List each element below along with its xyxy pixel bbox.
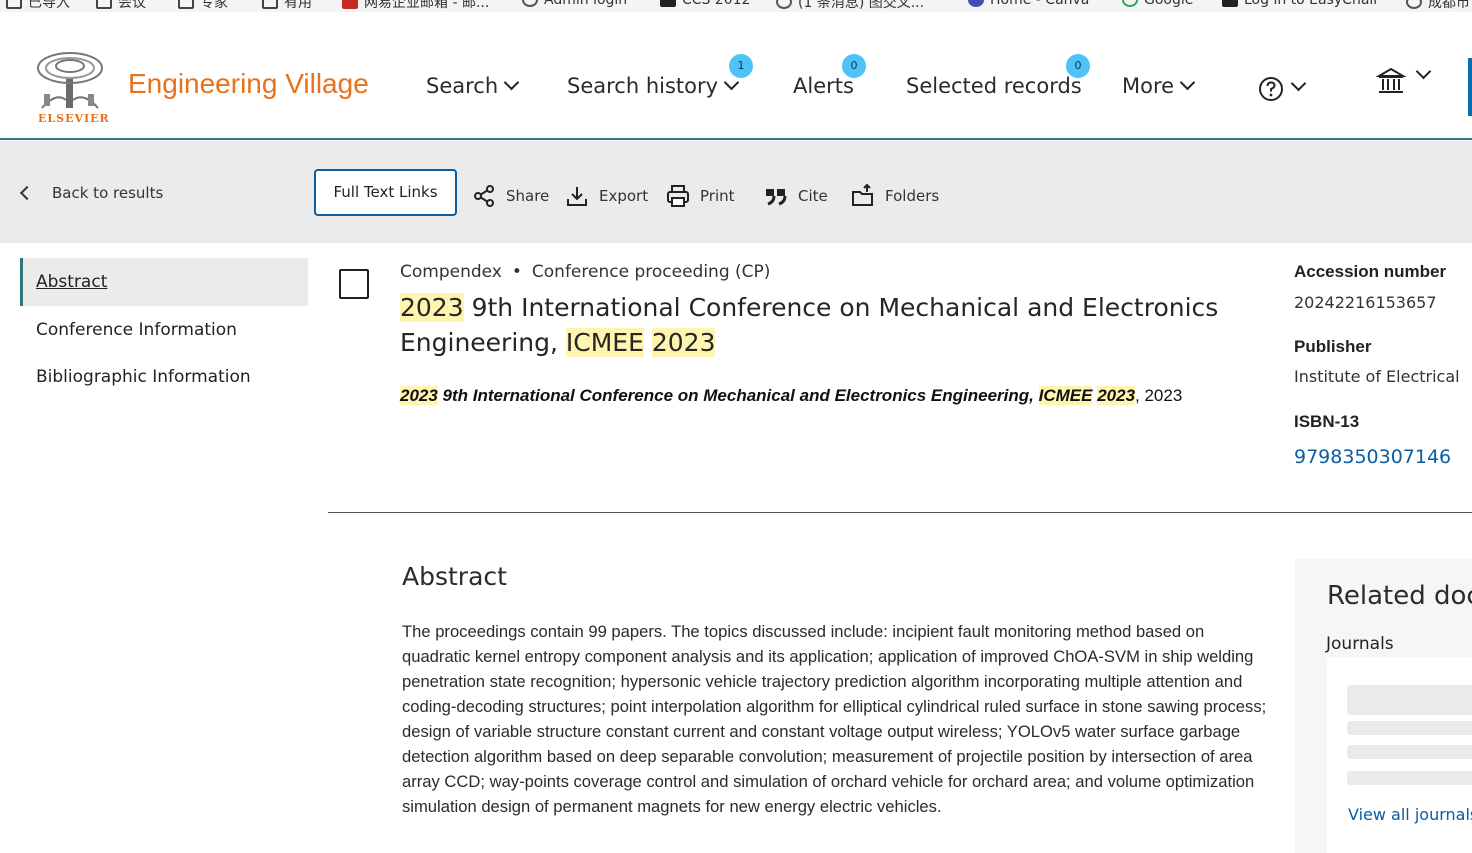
title-space — [644, 328, 652, 357]
search-history-badge: 1 — [729, 54, 753, 78]
publisher-label: Publisher — [1294, 337, 1372, 356]
bookmark-csdn[interactable]: (1 条消息) 图交叉... — [776, 0, 924, 12]
google-icon — [1122, 0, 1138, 7]
easychair-icon — [1222, 0, 1238, 7]
record-source: 2023 9th International Conference on Mec… — [400, 386, 1182, 406]
source-year-tail: , 2023 — [1135, 386, 1183, 405]
elsevier-wordmark: ELSEVIER — [38, 112, 110, 125]
bookmark-useful[interactable]: 有用 — [262, 0, 312, 12]
isbn-label: ISBN-13 — [1294, 412, 1360, 431]
source-text: 9th International Conference on Mechanic… — [437, 386, 1039, 405]
chevron-left-icon — [19, 185, 35, 201]
select-record-checkbox[interactable] — [339, 269, 369, 299]
cite-button[interactable]: Cite — [764, 184, 828, 208]
nav-selected-records[interactable]: Selected records — [906, 74, 1082, 98]
source-highlight-year2: 2023 — [1097, 386, 1136, 405]
folders-button[interactable]: Folders — [851, 184, 939, 208]
abstract-heading: Abstract — [402, 562, 507, 591]
folder-icon — [262, 0, 278, 9]
header-edge-button[interactable] — [1468, 58, 1472, 116]
selected-records-badge: 0 — [1066, 54, 1090, 78]
globe-icon — [1406, 0, 1422, 9]
quote-icon — [766, 189, 787, 206]
bookmark-google[interactable]: Google — [1122, 0, 1193, 8]
publisher-value: Institute of Electrical — [1294, 367, 1460, 386]
source-highlight-year: 2023 — [400, 386, 438, 405]
bookmark-easychair[interactable]: Log in to EasyChair — [1222, 0, 1379, 8]
loading-placeholder — [1347, 745, 1472, 759]
related-documents-title: Related docu — [1327, 581, 1472, 611]
title-highlight-acronym: ICMEE — [565, 328, 644, 357]
print-button[interactable]: Print — [666, 184, 735, 208]
record-title: 2023 9th International Conference on Mec… — [400, 290, 1260, 360]
database-label: Compendex — [400, 262, 502, 282]
document-type-label: Conference proceeding (CP) — [531, 262, 771, 282]
loading-placeholder — [1347, 721, 1472, 735]
abstract-text: The proceedings contain 99 papers. The t… — [402, 622, 1267, 816]
full-text-links-button[interactable]: Full Text Links — [314, 169, 457, 216]
alerts-badge: 0 — [842, 54, 866, 78]
help-menu[interactable] — [1256, 72, 1308, 106]
folder-icon — [96, 0, 112, 9]
print-icon — [667, 185, 689, 207]
sidebar-item-conference-information[interactable]: Conference Information — [20, 306, 308, 354]
download-icon — [567, 187, 587, 206]
source-highlight-acronym: ICMEE — [1038, 386, 1093, 405]
chevron-down-icon — [503, 74, 520, 90]
title-highlight-year: 2023 — [400, 293, 464, 322]
elsevier-tree-logo-icon[interactable] — [36, 52, 104, 110]
bookmark-canva[interactable]: Home - Canva — [968, 0, 1089, 8]
chevron-down-icon — [1415, 63, 1432, 80]
section-divider — [328, 512, 1472, 513]
nav-search-history[interactable]: Search history — [567, 74, 740, 98]
canva-icon — [968, 0, 984, 7]
sidebar-item-abstract[interactable]: Abstract — [20, 258, 308, 306]
institution-menu[interactable] — [1374, 63, 1434, 100]
title-highlight-year2: 2023 — [651, 328, 716, 357]
bookmark-meetings[interactable]: 会议 — [96, 0, 146, 12]
separator-dot: • — [511, 262, 522, 282]
record-toolbar: Back to results Full Text Links Share Ex… — [0, 141, 1472, 243]
accession-number-value: 20242216153657 — [1294, 293, 1437, 312]
folder-icon — [6, 0, 22, 9]
export-button[interactable]: Export — [565, 184, 648, 208]
share-button[interactable]: Share — [472, 184, 549, 208]
title-text: 9th International Conference on Mechanic… — [400, 293, 1219, 357]
chevron-down-icon — [1290, 75, 1307, 92]
site-header: ELSEVIER Engineering Village Search Sear… — [0, 12, 1472, 140]
accession-number-label: Accession number — [1294, 262, 1447, 281]
ic-icon — [522, 0, 538, 7]
back-to-results-link[interactable]: Back to results — [19, 184, 163, 202]
institution-icon — [1376, 67, 1406, 93]
bookmark-netease-mail[interactable]: 网易企业邮箱 - 邮... — [342, 0, 489, 12]
sidebar-item-bibliographic-information[interactable]: Bibliographic Information — [20, 353, 308, 401]
bookmark-experts[interactable]: 专家 — [178, 0, 228, 12]
bookmark-ccs-2012[interactable]: CCS 2012 — [660, 0, 751, 8]
help-icon — [1259, 77, 1283, 101]
nav-more[interactable]: More — [1122, 74, 1196, 98]
share-icon — [474, 185, 494, 207]
nav-search[interactable]: Search — [426, 74, 520, 98]
view-all-journals-link[interactable]: View all journals — [1348, 805, 1472, 824]
bookmark-admin-login[interactable]: Admin login — [522, 0, 627, 8]
pinwheel-icon — [776, 0, 792, 9]
brand-title[interactable]: Engineering Village — [128, 68, 369, 100]
chevron-down-icon — [1179, 74, 1196, 90]
acm-icon — [660, 0, 676, 7]
bookmarks-bar: 已导入 会议 专家 有用 网易企业邮箱 - 邮... Admin login C… — [0, 0, 1472, 12]
related-journals-label: Journals — [1326, 634, 1394, 654]
loading-placeholder — [1347, 685, 1472, 715]
isbn-link[interactable]: 9798350307146 — [1294, 446, 1451, 468]
nav-alerts[interactable]: Alerts — [793, 74, 854, 98]
loading-placeholder — [1347, 771, 1472, 785]
folder-add-icon — [852, 184, 873, 206]
mail-icon — [342, 0, 358, 9]
folder-icon — [178, 0, 194, 9]
bookmark-imported[interactable]: 已导入 — [6, 0, 70, 12]
record-meta-line: Compendex • Conference proceeding (CP) — [400, 262, 770, 282]
bookmark-chengdu[interactable]: 成都市 — [1406, 0, 1470, 12]
related-documents-panel: Related docu Journals View all journals — [1295, 559, 1472, 853]
